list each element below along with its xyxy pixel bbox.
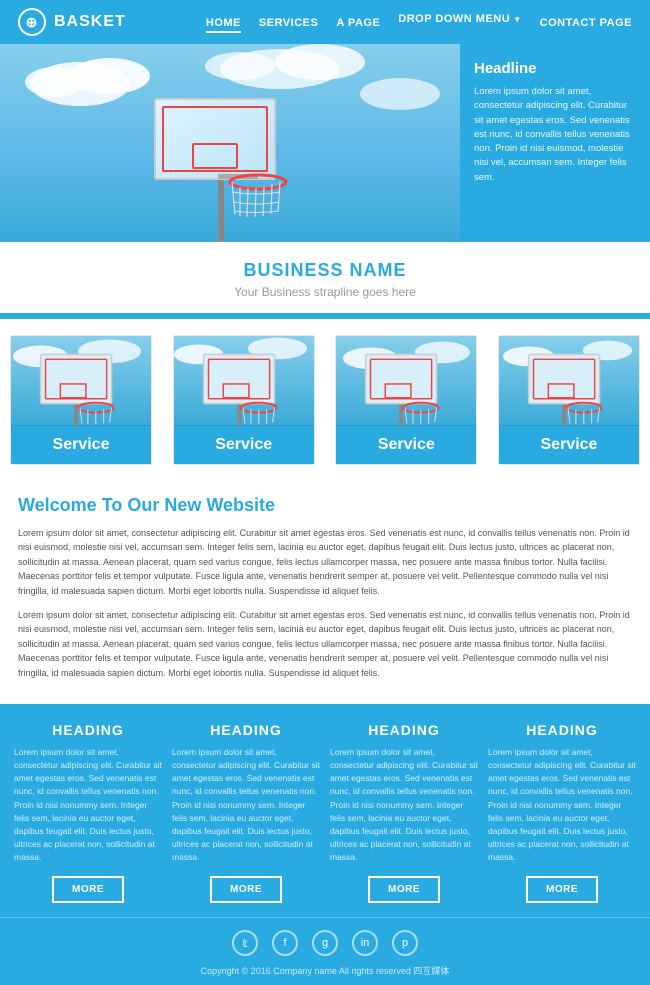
services-section: Service [0,319,650,481]
hero-paragraph: Lorem ipsum dolor sit amet, consectetur … [474,85,636,185]
hero-image [0,44,460,242]
service-card-1: Service [10,335,152,465]
welcome-para1: Lorem ipsum dolor sit amet, consectetur … [18,526,632,598]
service-card-img-1 [11,336,151,426]
more-button-4[interactable]: MORE [526,876,598,903]
bottom-heading-4: HEADING [488,722,636,738]
business-tagline: Your Business strapline goes here [10,285,640,299]
service-label-3: Service [336,426,476,464]
bottom-col-3: HEADING Lorem ipsum dolor sit amet, cons… [330,722,478,904]
service-card-3: Service [335,335,477,465]
business-section: BUSINESS NAME Your Business strapline go… [0,242,650,313]
facebook-icon[interactable]: f [272,930,298,956]
service-label-4: Service [499,426,639,464]
bottom-text-4: Lorem ipsum dolor sit amet, consectetur … [488,746,636,865]
bottom-text-3: Lorem ipsum dolor sit amet, consectetur … [330,746,478,865]
hero-headline: Headline [474,60,636,77]
nav-link-dropdown[interactable]: DROP DOWN MENU ▼ [398,13,521,25]
dropdown-arrow-icon: ▼ [513,15,521,24]
hero-section: Headline Lorem ipsum dolor sit amet, con… [0,44,650,242]
nav-link-services[interactable]: SERVICES [259,17,318,29]
bottom-heading-3: HEADING [330,722,478,738]
nav-item-apage[interactable]: A PAGE [336,13,380,31]
bottom-col-1: HEADING Lorem ipsum dolor sit amet, cons… [14,722,162,904]
nav-item-services[interactable]: SERVICES [259,13,318,31]
footer-copyright: Copyright © 2016 Company name All rights… [0,964,650,977]
brand-name: BASKET [54,13,126,31]
bottom-text-1: Lorem ipsum dolor sit amet, consectetur … [14,746,162,865]
service-label-1: Service [11,426,151,464]
bottom-heading-1: HEADING [14,722,162,738]
bottom-heading-2: HEADING [172,722,320,738]
nav-item-home[interactable]: HOME [206,13,241,31]
twitter-icon[interactable]: 𝕥 [232,930,258,956]
pinterest-icon[interactable]: p [392,930,418,956]
welcome-para2: Lorem ipsum dolor sit amet, consectetur … [18,608,632,680]
service-label-2: Service [174,426,314,464]
brand-logo: ⊕ BASKET [18,8,126,36]
service-card-4: Service [498,335,640,465]
more-button-3[interactable]: MORE [368,876,440,903]
bottom-grid: HEADING Lorem ipsum dolor sit amet, cons… [14,722,636,904]
service-card-img-2 [174,336,314,426]
nav-item-contact[interactable]: CONTACT PAGE [540,13,632,31]
footer: 𝕥 f g in p Copyright © 2016 Company name… [0,917,650,985]
welcome-section: Welcome To Our New Website Lorem ipsum d… [0,481,650,704]
logo-icon: ⊕ [18,8,46,36]
bottom-col-2: HEADING Lorem ipsum dolor sit amet, cons… [172,722,320,904]
bottom-col-4: HEADING Lorem ipsum dolor sit amet, cons… [488,722,636,904]
service-card-img-4 [499,336,639,426]
nav-link-apage[interactable]: A PAGE [336,17,380,29]
more-button-1[interactable]: MORE [52,876,124,903]
google-plus-icon[interactable]: g [312,930,338,956]
nav-item-dropdown[interactable]: DROP DOWN MENU ▼ [398,13,521,31]
hero-basketball-svg [0,44,460,242]
bottom-text-2: Lorem ipsum dolor sit amet, consectetur … [172,746,320,865]
service-card-2: Service [173,335,315,465]
navbar: ⊕ BASKET HOME SERVICES A PAGE DROP DOWN … [0,0,650,44]
nav-link-home[interactable]: HOME [206,17,241,33]
welcome-heading: Welcome To Our New Website [18,495,632,516]
bottom-section: HEADING Lorem ipsum dolor sit amet, cons… [0,704,650,918]
service-card-img-3 [336,336,476,426]
linkedin-icon[interactable]: in [352,930,378,956]
more-button-2[interactable]: MORE [210,876,282,903]
nav-link-contact[interactable]: CONTACT PAGE [540,17,632,29]
hero-text-panel: Headline Lorem ipsum dolor sit amet, con… [460,44,650,242]
nav-menu: HOME SERVICES A PAGE DROP DOWN MENU ▼ CO… [206,13,632,31]
business-name: BUSINESS NAME [10,260,640,281]
social-icons: 𝕥 f g in p [0,930,650,956]
